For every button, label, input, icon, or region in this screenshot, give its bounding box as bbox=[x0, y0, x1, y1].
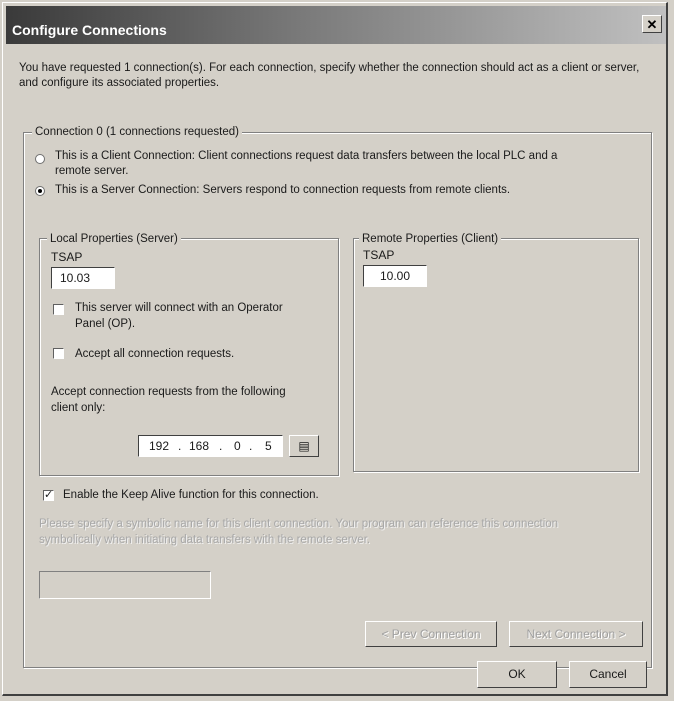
prev-connection-button[interactable]: < Prev Connection bbox=[365, 621, 497, 647]
ip-dot-3: . bbox=[249, 439, 253, 453]
server-connection-radio[interactable] bbox=[35, 186, 45, 196]
remote-tsap-input[interactable]: 10.00 bbox=[363, 265, 427, 287]
close-button[interactable]: ✕ bbox=[642, 15, 662, 33]
operator-panel-label-2: Panel (OP). bbox=[75, 318, 136, 330]
remote-properties-label: Remote Properties (Client) bbox=[359, 232, 502, 246]
ip-octet-3: 0 bbox=[234, 439, 241, 453]
configure-connections-dialog: Configure Connections ✕ You have request… bbox=[2, 2, 668, 696]
operator-panel-checkbox[interactable] bbox=[53, 304, 64, 315]
close-icon: ✕ bbox=[646, 17, 658, 32]
next-connection-button[interactable]: Next Connection > bbox=[509, 621, 643, 647]
connection-group-label: Connection 0 (1 connections requested) bbox=[32, 125, 242, 139]
client-connection-radio[interactable] bbox=[35, 154, 45, 164]
operator-panel-label-1: This server will connect with an Operato… bbox=[75, 302, 283, 314]
keep-alive-checkbox[interactable]: ✓ bbox=[43, 490, 54, 501]
dialog-title: Configure Connections bbox=[12, 22, 167, 38]
server-connection-label: This is a Server Connection: Servers res… bbox=[55, 184, 511, 196]
local-properties-label: Local Properties (Server) bbox=[47, 232, 181, 246]
address-book-icon: ▤ bbox=[298, 439, 310, 453]
symbolic-name-input[interactable] bbox=[39, 571, 211, 599]
accept-all-checkbox[interactable] bbox=[53, 348, 64, 359]
remote-tsap-label: TSAP bbox=[363, 248, 395, 262]
client-only-label-1: Accept connection requests from the foll… bbox=[51, 386, 286, 398]
address-book-button[interactable]: ▤ bbox=[289, 435, 319, 457]
ip-octet-1: 192 bbox=[149, 439, 170, 453]
title-bar[interactable]: Configure Connections ✕ bbox=[6, 6, 666, 44]
keep-alive-label: Enable the Keep Alive function for this … bbox=[63, 489, 319, 501]
client-connection-label-2: remote server. bbox=[55, 165, 129, 177]
client-only-label-2: client only: bbox=[51, 402, 106, 414]
accept-all-label: Accept all connection requests. bbox=[75, 348, 235, 360]
ok-button[interactable]: OK bbox=[477, 661, 557, 688]
symbolic-name-instructions-2: symbolically when initiating data transf… bbox=[39, 534, 371, 546]
ip-dot-2: . bbox=[219, 439, 223, 453]
ip-octet-2: 168 bbox=[189, 439, 210, 453]
local-tsap-input[interactable]: 10.03 bbox=[51, 267, 115, 289]
check-mark-icon: ✓ bbox=[44, 489, 54, 501]
local-tsap-label: TSAP bbox=[51, 250, 83, 264]
intro-text: You have requested 1 connection(s). For … bbox=[19, 62, 640, 89]
ip-dot-1: . bbox=[178, 439, 182, 453]
client-ip-address-field[interactable]: 192 . 168 . 0 . 5 bbox=[138, 435, 283, 457]
symbolic-name-instructions-1: Please specify a symbolic name for this … bbox=[39, 518, 559, 530]
client-connection-label-1: This is a Client Connection: Client conn… bbox=[55, 150, 558, 162]
cancel-button[interactable]: Cancel bbox=[569, 661, 647, 688]
ip-octet-4: 5 bbox=[265, 439, 272, 453]
